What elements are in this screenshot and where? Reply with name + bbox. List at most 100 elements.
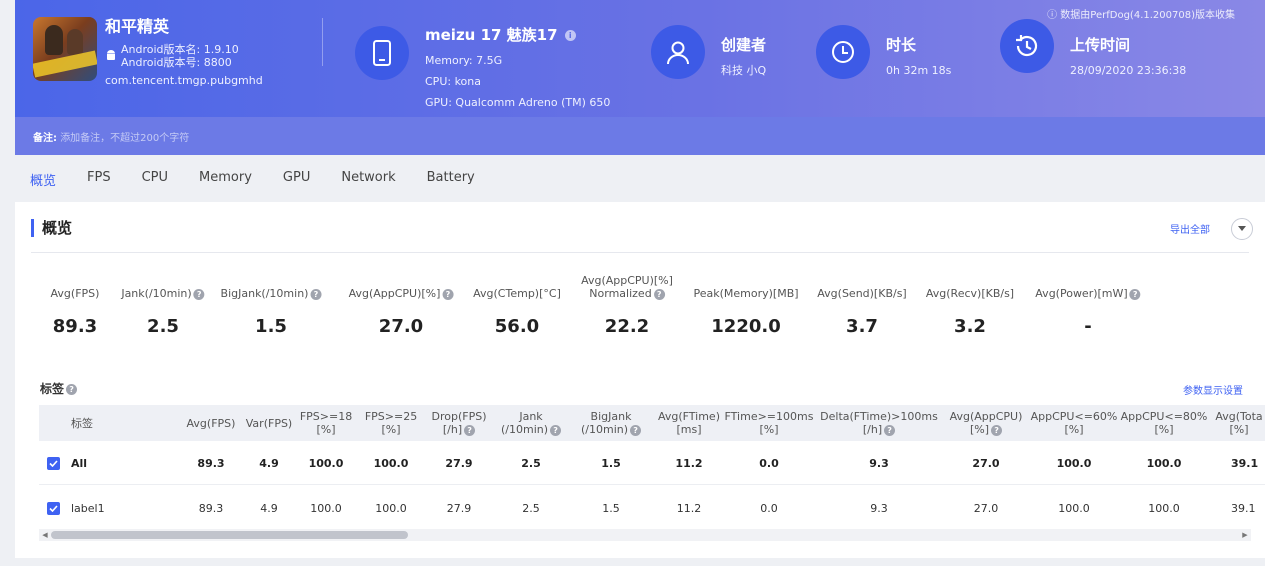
stat-value: 3.7 <box>846 316 878 337</box>
help-icon[interactable]: ? <box>464 424 476 436</box>
collapse-button[interactable] <box>1231 218 1253 240</box>
labels-table: 标签 Avg(FPS) Var(FPS) FPS>=18 [%] FPS>=25 [%] Dr… <box>39 405 1265 525</box>
stat-value: 1.5 <box>255 316 287 337</box>
stat-label: Avg(Recv)[KB/s] <box>925 287 1015 300</box>
upload-title: 上传时间 <box>1070 36 1131 54</box>
table-cell: 89.3 <box>198 501 224 515</box>
table-cell: 100.0 <box>1058 501 1090 515</box>
table-row[interactable]: label1 89.3 4.9 100.0 100.0 27.9 2.5 1.5 11.2 0.0… <box>39 486 1265 525</box>
table-cell: 4.9 <box>260 501 278 515</box>
stat-6: Peak(Memory)[MB] 1220.0 <box>693 272 798 337</box>
help-icon[interactable]: ? <box>193 288 205 300</box>
stat-label: Avg(AppCPU)[%] Normalized? <box>581 274 673 300</box>
column-header[interactable]: 标签 <box>39 405 149 441</box>
table-cell: 39.1 <box>1231 456 1259 470</box>
stat-label: Avg(AppCPU)[%]? <box>349 272 454 300</box>
row-checkbox[interactable] <box>47 456 60 470</box>
note-label: 备注: <box>33 133 57 144</box>
note-bar[interactable]: 备注: 添加备注，不超过200个字符 <box>15 117 1265 155</box>
device-cpu: CPU: kona <box>425 75 481 88</box>
table-cell: 0.0 <box>760 501 778 515</box>
stat-3: Avg(AppCPU)[%]? 27.0 <box>349 272 454 337</box>
android-icon <box>107 50 115 60</box>
column-header[interactable]: Drop(FPS) [/h]? <box>424 405 494 441</box>
column-header[interactable]: Avg(FPS) <box>179 405 243 441</box>
stat-5: Avg(AppCPU)[%] Normalized? 22.2 <box>581 272 673 337</box>
column-header[interactable]: Jank (/10min)? <box>494 405 568 441</box>
table-cell: 4.9 <box>259 456 279 470</box>
scroll-right-icon[interactable]: ▶ <box>1239 529 1251 541</box>
table-cell: 1.5 <box>601 456 621 470</box>
stat-value: - <box>1084 316 1092 337</box>
help-icon[interactable]: ? <box>66 384 78 395</box>
tab-memory[interactable]: Memory <box>199 170 252 189</box>
column-header[interactable]: AppCPU<=60% [%] <box>1029 405 1119 441</box>
device-info-icon[interactable]: i <box>564 30 576 41</box>
stat-1: Jank(/10min)? 2.5 <box>121 272 205 337</box>
device-memory: Memory: 7.5G <box>425 54 503 67</box>
row-checkbox[interactable] <box>47 501 60 515</box>
column-header[interactable]: AppCPU<=80% [%] <box>1119 405 1209 441</box>
help-icon[interactable]: ? <box>310 288 322 300</box>
help-icon[interactable]: ? <box>442 288 454 300</box>
help-icon[interactable]: ? <box>884 424 896 436</box>
stat-label: Avg(FPS) <box>50 287 100 300</box>
creator-value: 科技 小Q <box>721 64 767 77</box>
param-display-settings-button[interactable]: 参数显示设置 <box>1183 382 1243 397</box>
duration-title: 时长 <box>886 36 917 54</box>
column-header[interactable]: FPS>=18 [%] <box>294 405 358 441</box>
table-cell: 11.2 <box>675 456 703 470</box>
panel-title: 概览 <box>31 219 72 237</box>
help-icon[interactable]: ? <box>1129 288 1141 300</box>
column-header[interactable]: BigJank (/10min)? <box>569 405 653 441</box>
table-cell: 100.0 <box>375 501 407 515</box>
table-cell: 39.1 <box>1231 501 1256 515</box>
stat-value: 89.3 <box>52 316 98 337</box>
table-cell: 27.0 <box>972 456 1000 470</box>
column-header[interactable]: Avg(Tota [%] <box>1209 405 1265 441</box>
tab-fps[interactable]: FPS <box>87 170 111 189</box>
check-icon <box>49 504 58 512</box>
table-row[interactable]: All 89.3 4.9 100.0 100.0 27.9 2.5 1.5 11.2 0.0 9.3… <box>39 441 1265 485</box>
tab-network[interactable]: Network <box>341 170 395 189</box>
chevron-down-icon <box>1238 226 1246 231</box>
column-header[interactable]: Avg(AppCPU) [%]? <box>944 405 1028 441</box>
table-cell: 2.5 <box>521 456 541 470</box>
table-header: 标签 Avg(FPS) Var(FPS) FPS>=18 [%] FPS>=25 [%] Dr… <box>39 405 1265 441</box>
tab-bar: 概览 FPS CPU Memory GPU Network Battery <box>30 170 506 189</box>
check-icon <box>49 459 58 467</box>
help-icon[interactable]: ? <box>630 424 642 436</box>
help-icon[interactable]: ? <box>550 424 562 436</box>
stat-4: Avg(CTemp)[°C] 56.0 <box>473 272 561 337</box>
tab-battery[interactable]: Battery <box>427 170 475 189</box>
table-cell: 2.5 <box>522 501 540 515</box>
column-header[interactable]: Avg(FTime) [ms] <box>654 405 724 441</box>
column-header[interactable]: Delta(FTime)>100ms [/h]? <box>814 405 944 441</box>
table-cell: 100.0 <box>1148 501 1180 515</box>
table-cell: 100.0 <box>308 456 344 470</box>
note-input[interactable]: 添加备注，不超过200个字符 <box>60 133 189 144</box>
help-icon[interactable]: ? <box>653 288 665 300</box>
help-icon[interactable]: ? <box>991 424 1003 436</box>
column-header[interactable]: Var(FPS) <box>244 405 294 441</box>
tab-cpu[interactable]: CPU <box>142 170 168 189</box>
column-header[interactable]: FPS>=25 [%] <box>359 405 423 441</box>
device-gpu: GPU: Qualcomm Adreno (TM) 650 <box>425 96 611 109</box>
label-cell: label1 <box>47 486 157 525</box>
horizontal-scrollbar[interactable]: ◀ ▶ <box>39 529 1251 541</box>
scroll-thumb[interactable] <box>51 531 408 539</box>
scroll-left-icon[interactable]: ◀ <box>39 529 51 541</box>
row-label: label1 <box>71 501 105 515</box>
table-cell: 1.5 <box>602 501 620 515</box>
table-cell: 89.3 <box>197 456 225 470</box>
column-header[interactable]: FTime>=100ms [%] <box>724 405 814 441</box>
export-all-button[interactable]: 导出全部 <box>1170 221 1210 236</box>
tab-gpu[interactable]: GPU <box>283 170 310 189</box>
stat-0: Avg(FPS) 89.3 <box>51 272 100 337</box>
table-cell: 11.2 <box>676 501 702 515</box>
tab-overview[interactable]: 概览 <box>30 170 56 189</box>
table-cell: 100.0 <box>1146 456 1182 470</box>
data-source-note: ⓘ 数据由PerfDog(4.1.200708)版本收集 <box>1047 10 1235 21</box>
table-cell: 100.0 <box>310 501 342 515</box>
panel-divider <box>31 252 1249 253</box>
